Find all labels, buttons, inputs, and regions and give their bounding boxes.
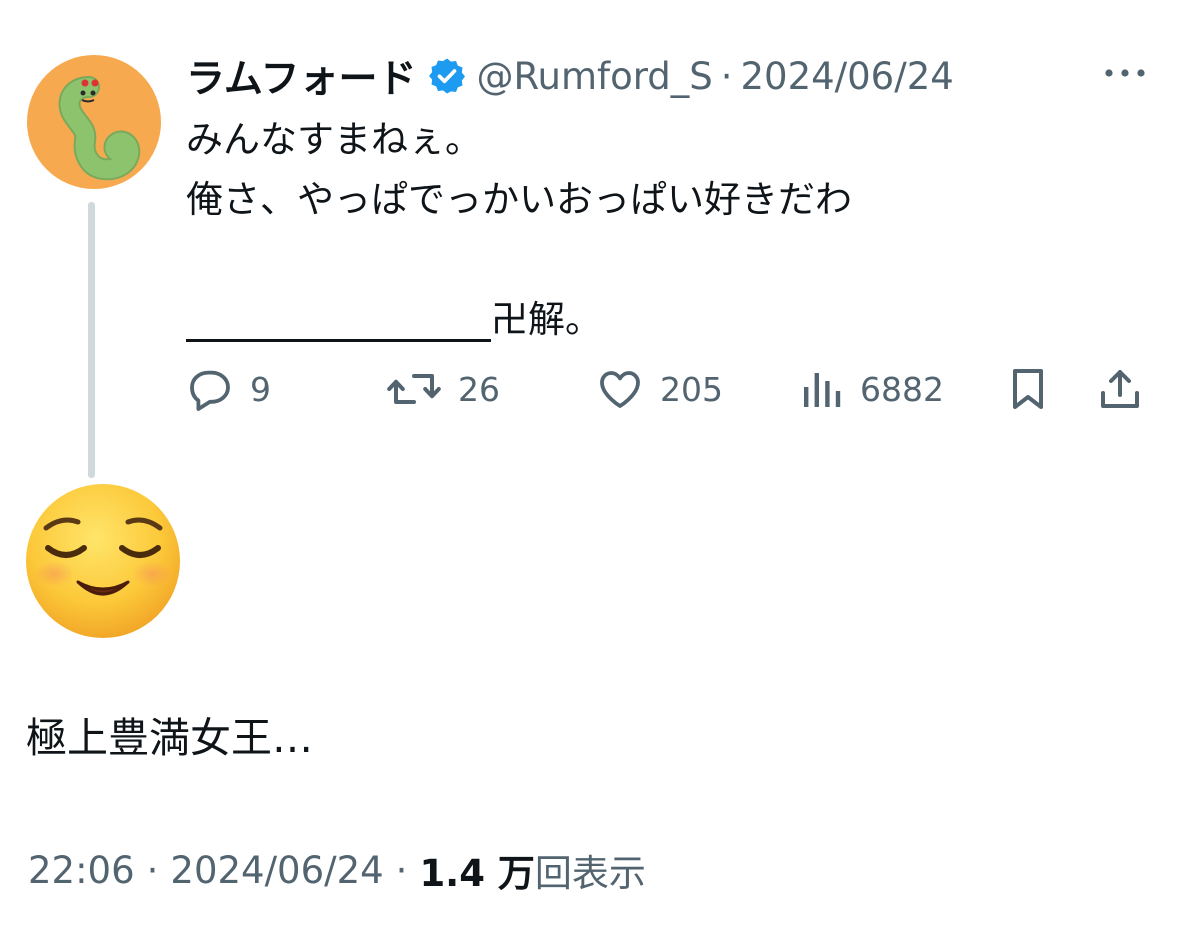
retweet-button[interactable]: 26: [386, 362, 500, 416]
more-options-icon[interactable]: [1102, 56, 1148, 90]
author-display-name[interactable]: ラムフォード: [186, 48, 417, 104]
reply-button[interactable]: 9: [186, 362, 271, 416]
bookmark-icon: [1013, 369, 1043, 409]
reply-date[interactable]: 2024/06/24: [170, 849, 383, 892]
retweet-icon: [387, 374, 441, 404]
header-separator: ·: [720, 54, 733, 98]
thread-connector-line: [88, 202, 95, 478]
meta-separator: ·: [146, 848, 159, 892]
reply-text: 極上豊満女王…: [26, 714, 313, 762]
reply-views-label: 回表示: [534, 852, 646, 895]
reply-time[interactable]: 22:06: [28, 849, 135, 892]
bookmark-button[interactable]: [1004, 362, 1052, 416]
tweet-line-text: 卍解。: [491, 298, 602, 341]
reply-icon: [190, 370, 230, 411]
share-button[interactable]: [1096, 362, 1144, 416]
like-count: 205: [660, 369, 723, 409]
tweet-line: 卍解。: [186, 290, 1086, 350]
tweet-action-bar: 9 26 205 6882: [186, 362, 1146, 416]
share-icon: [1101, 370, 1139, 408]
snake-character-image: [58, 76, 141, 181]
views-count: 6882: [860, 369, 944, 409]
meta-separator: ·: [395, 848, 408, 892]
author-handle[interactable]: @Rumford_S: [477, 55, 713, 98]
reply-count: 9: [250, 369, 271, 409]
tweet-line: 俺さ、やっぱでっかいおっぱい好きだわ: [186, 178, 852, 221]
tweet-body: みんなすまねぇ。 俺さ、やっぱでっかいおっぱい好きだわ 卍解。: [186, 110, 1086, 350]
like-button[interactable]: 205: [596, 362, 723, 416]
reply-views-count: 1.4 万: [419, 852, 535, 895]
author-avatar[interactable]: [27, 55, 161, 189]
tweet-date[interactable]: 2024/06/24: [741, 55, 954, 98]
relieved-face-emoji-icon: [26, 484, 180, 638]
views-button[interactable]: 6882: [800, 362, 944, 416]
heart-icon: [600, 371, 640, 408]
retweet-count: 26: [458, 369, 500, 409]
reply-metadata: 22:06 · 2024/06/24 · 1.4 万 回表示: [28, 845, 646, 896]
tweet-line: みんなすまねぇ。: [186, 118, 482, 161]
analytics-icon: [804, 373, 841, 407]
verified-badge-icon: [428, 58, 465, 94]
tweet-header: ラムフォード @Rumford_S · 2024/06/24: [186, 48, 954, 104]
underline-rule: [186, 295, 491, 342]
